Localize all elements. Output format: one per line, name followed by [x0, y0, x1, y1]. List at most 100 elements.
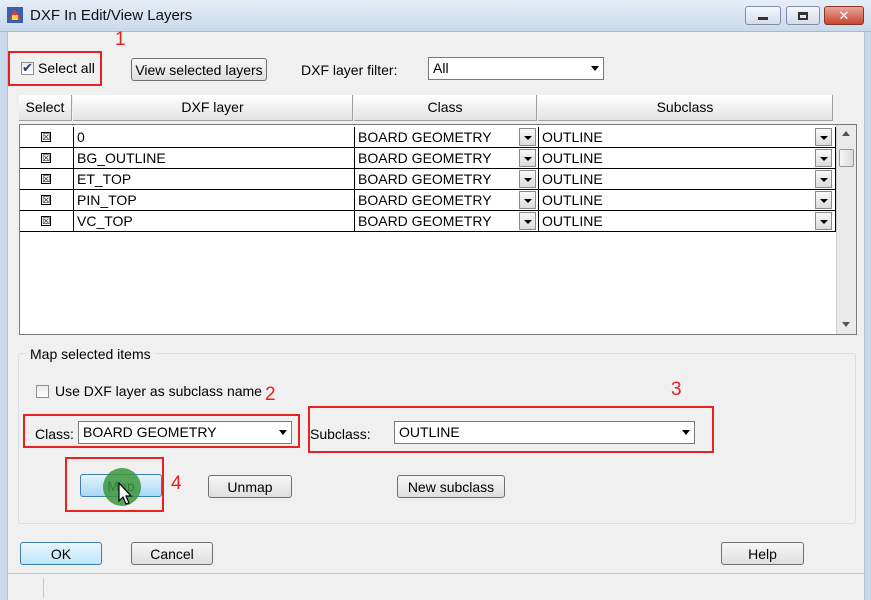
annotation-box-1 [8, 51, 102, 86]
scroll-down-icon[interactable] [842, 322, 850, 327]
select-cell[interactable]: ☒ [20, 190, 74, 211]
layer-filter-label: DXF layer filter: [301, 62, 398, 78]
select-checkbox[interactable]: ☒ [41, 132, 51, 142]
minimize-button[interactable] [745, 6, 781, 25]
chevron-down-icon [820, 178, 828, 182]
class-value: BOARD GEOMETRY [358, 192, 492, 208]
table-row[interactable]: ☒ ET_TOP BOARD GEOMETRY OUTLINE [20, 169, 836, 190]
subclass-value: OUTLINE [542, 213, 603, 229]
select-cell[interactable]: ☒ [20, 148, 74, 169]
help-button[interactable]: Help [721, 542, 804, 565]
layer-filter-select[interactable]: All [428, 57, 604, 80]
class-cell[interactable]: BOARD GEOMETRY [355, 148, 539, 169]
annotation-box-2 [23, 414, 300, 448]
class-cell[interactable]: BOARD GEOMETRY [355, 127, 539, 148]
class-dropdown-button[interactable] [519, 212, 536, 230]
minimize-icon [758, 17, 768, 20]
subclass-cell[interactable]: OUTLINE [539, 127, 836, 148]
subclass-value: OUTLINE [542, 192, 603, 208]
group-title: Map selected items [26, 346, 155, 362]
chevron-down-icon [524, 157, 532, 161]
scroll-thumb[interactable] [839, 149, 854, 167]
class-dropdown-button[interactable] [519, 191, 536, 209]
table-row[interactable]: ☒ PIN_TOP BOARD GEOMETRY OUTLINE [20, 190, 836, 211]
subclass-dropdown-button[interactable] [815, 170, 832, 188]
use-layer-as-subclass-checkbox[interactable] [36, 385, 49, 398]
maximize-icon [798, 11, 808, 20]
annotation-number-1: 1 [115, 29, 126, 50]
ok-button[interactable]: OK [20, 542, 102, 565]
subclass-value: OUTLINE [542, 129, 603, 145]
subclass-cell[interactable]: OUTLINE [539, 190, 836, 211]
subclass-value: OUTLINE [542, 171, 603, 187]
select-cell[interactable]: ☒ [20, 169, 74, 190]
layer-name-cell[interactable]: BG_OUTLINE [74, 148, 355, 169]
subclass-dropdown-button[interactable] [815, 128, 832, 146]
subclass-dropdown-button[interactable] [815, 149, 832, 167]
class-dropdown-button[interactable] [519, 170, 536, 188]
chevron-down-icon [820, 220, 828, 224]
status-pane [16, 578, 44, 598]
layer-name-cell[interactable]: ET_TOP [74, 169, 355, 190]
select-checkbox[interactable]: ☒ [41, 216, 51, 226]
chevron-down-icon [524, 199, 532, 203]
annotation-box-4 [65, 457, 164, 512]
class-cell[interactable]: BOARD GEOMETRY [355, 190, 539, 211]
chevron-down-icon [591, 66, 599, 71]
annotation-number-2: 2 [265, 384, 276, 405]
class-dropdown-button[interactable] [519, 128, 536, 146]
chevron-down-icon [820, 157, 828, 161]
annotation-box-3 [308, 406, 714, 453]
close-button[interactable]: ✕ [824, 6, 864, 25]
class-cell[interactable]: BOARD GEOMETRY [355, 211, 539, 232]
unmap-button[interactable]: Unmap [208, 475, 292, 498]
status-bar [8, 573, 864, 600]
cancel-button[interactable]: Cancel [131, 542, 213, 565]
table-row[interactable]: ☒ 0 BOARD GEOMETRY OUTLINE [20, 127, 836, 148]
select-checkbox[interactable]: ☒ [41, 153, 51, 163]
use-layer-as-subclass-label: Use DXF layer as subclass name [55, 383, 262, 399]
table-row[interactable]: ☒ BG_OUTLINE BOARD GEOMETRY OUTLINE [20, 148, 836, 169]
table-row[interactable]: ☒ VC_TOP BOARD GEOMETRY OUTLINE [20, 211, 836, 232]
view-selected-layers-button[interactable]: View selected layers [131, 58, 267, 81]
class-cell[interactable]: BOARD GEOMETRY [355, 169, 539, 190]
select-cell[interactable]: ☒ [20, 127, 74, 148]
subclass-value: OUTLINE [542, 150, 603, 166]
window-frame-right [865, 32, 871, 600]
new-subclass-button[interactable]: New subclass [397, 475, 505, 498]
window-title: DXF In Edit/View Layers [30, 7, 193, 24]
layer-name-cell[interactable]: VC_TOP [74, 211, 355, 232]
chevron-down-icon [524, 136, 532, 140]
title-bar[interactable]: DXF In Edit/View Layers ✕ [0, 0, 871, 32]
layer-name-cell[interactable]: PIN_TOP [74, 190, 355, 211]
maximize-button[interactable] [786, 6, 820, 25]
subclass-cell[interactable]: OUTLINE [539, 211, 836, 232]
annotation-number-4: 4 [171, 473, 182, 494]
class-value: BOARD GEOMETRY [358, 213, 492, 229]
annotation-number-3: 3 [671, 379, 682, 400]
column-header-class[interactable]: Class [354, 95, 537, 121]
subclass-cell[interactable]: OUTLINE [539, 169, 836, 190]
scroll-up-icon[interactable] [842, 131, 850, 136]
column-header-subclass[interactable]: Subclass [538, 95, 833, 121]
close-icon: ✕ [838, 7, 850, 23]
subclass-dropdown-button[interactable] [815, 212, 832, 230]
class-dropdown-button[interactable] [519, 149, 536, 167]
class-value: BOARD GEOMETRY [358, 150, 492, 166]
app-icon [6, 6, 24, 24]
class-value: BOARD GEOMETRY [358, 171, 492, 187]
subclass-cell[interactable]: OUTLINE [539, 148, 836, 169]
select-cell[interactable]: ☒ [20, 211, 74, 232]
layer-grid[interactable]: ☒ 0 BOARD GEOMETRY OUTLINE ☒ BG_OUTLINE … [19, 124, 857, 335]
chevron-down-icon [524, 220, 532, 224]
window-frame-left [0, 32, 7, 600]
select-checkbox[interactable]: ☒ [41, 174, 51, 184]
subclass-dropdown-button[interactable] [815, 191, 832, 209]
layer-name-cell[interactable]: 0 [74, 127, 355, 148]
select-checkbox[interactable]: ☒ [41, 195, 51, 205]
grid-vertical-scrollbar[interactable] [836, 125, 856, 334]
column-header-select[interactable]: Select [19, 95, 72, 121]
layer-filter-value: All [433, 60, 449, 76]
column-header-dxf-layer[interactable]: DXF layer [73, 95, 353, 121]
chevron-down-icon [524, 178, 532, 182]
